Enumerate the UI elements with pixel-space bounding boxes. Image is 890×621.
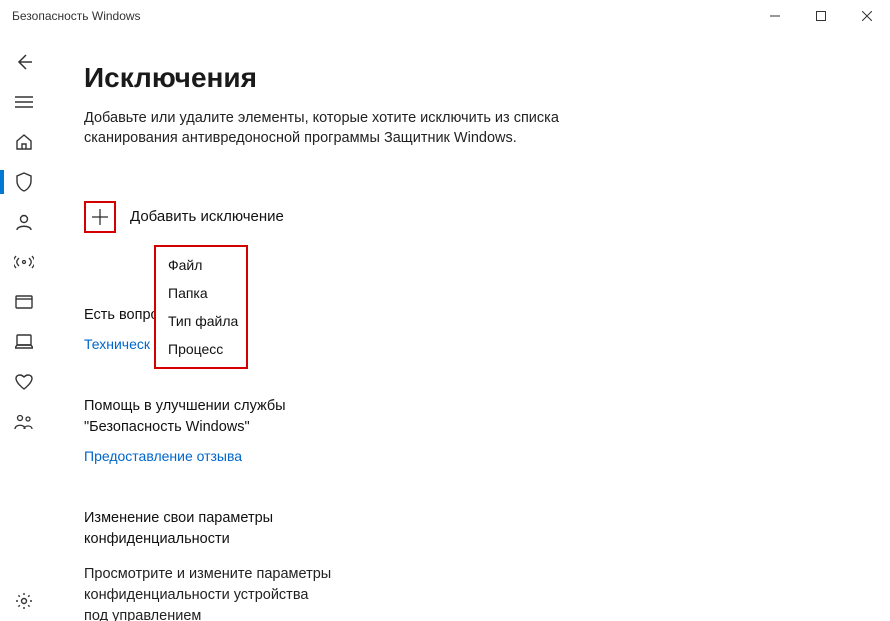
sidebar-item-app[interactable]	[0, 282, 48, 322]
popup-item-file[interactable]: Файл	[168, 257, 246, 273]
maximize-button[interactable]	[798, 0, 844, 32]
menu-button[interactable]	[0, 82, 48, 122]
add-exclusion-row: Добавить исключение Файл Папка Тип файла…	[84, 201, 850, 233]
home-icon	[15, 133, 33, 151]
feedback-title: Помощь в улучшении службы "Безопасность …	[84, 396, 364, 438]
privacy-desc: Просмотрите и измените параметры конфиде…	[84, 564, 334, 621]
popup-item-folder[interactable]: Папка	[168, 285, 246, 301]
heart-icon	[15, 374, 33, 390]
person-icon	[15, 213, 33, 231]
popup-item-process[interactable]: Процесс	[168, 341, 246, 357]
minimize-button[interactable]	[752, 0, 798, 32]
sidebar-item-device[interactable]	[0, 322, 48, 362]
feedback-section: Помощь в улучшении службы "Безопасность …	[84, 396, 850, 464]
gear-icon	[15, 592, 33, 610]
device-icon	[15, 334, 33, 350]
sidebar-item-firewall[interactable]	[0, 242, 48, 282]
shield-icon	[15, 172, 33, 192]
sidebar	[0, 32, 48, 621]
page-title: Исключения	[84, 62, 850, 94]
app-icon	[15, 295, 33, 309]
sidebar-item-security[interactable]	[0, 162, 48, 202]
plus-icon	[90, 207, 110, 227]
add-exclusion-label: Добавить исключение	[130, 208, 284, 225]
add-exclusion-button[interactable]	[84, 201, 116, 233]
hamburger-icon	[15, 95, 33, 109]
back-button[interactable]	[0, 42, 48, 82]
window-title: Безопасность Windows	[12, 9, 141, 23]
sidebar-item-home[interactable]	[0, 122, 48, 162]
close-button[interactable]	[844, 0, 890, 32]
close-icon	[862, 11, 872, 21]
sidebar-item-health[interactable]	[0, 362, 48, 402]
network-icon	[14, 253, 34, 271]
privacy-section: Изменение свои параметры конфиденциально…	[84, 508, 850, 621]
sidebar-item-settings[interactable]	[0, 581, 48, 621]
sidebar-item-family[interactable]	[0, 402, 48, 442]
family-icon	[14, 413, 34, 431]
back-icon	[15, 53, 33, 71]
feedback-link[interactable]: Предоставление отзыва	[84, 448, 850, 464]
maximize-icon	[816, 11, 826, 21]
exclusion-type-popup: Файл Папка Тип файла Процесс	[154, 245, 248, 369]
popup-item-filetype[interactable]: Тип файла	[168, 313, 246, 329]
titlebar: Безопасность Windows	[0, 0, 890, 32]
sidebar-item-account[interactable]	[0, 202, 48, 242]
minimize-icon	[770, 11, 780, 21]
content-area: Исключения Добавьте или удалите элементы…	[48, 32, 890, 621]
page-description: Добавьте или удалите элементы, которые х…	[84, 108, 604, 149]
window-controls	[752, 0, 890, 32]
privacy-title: Изменение свои параметры конфиденциально…	[84, 508, 334, 550]
